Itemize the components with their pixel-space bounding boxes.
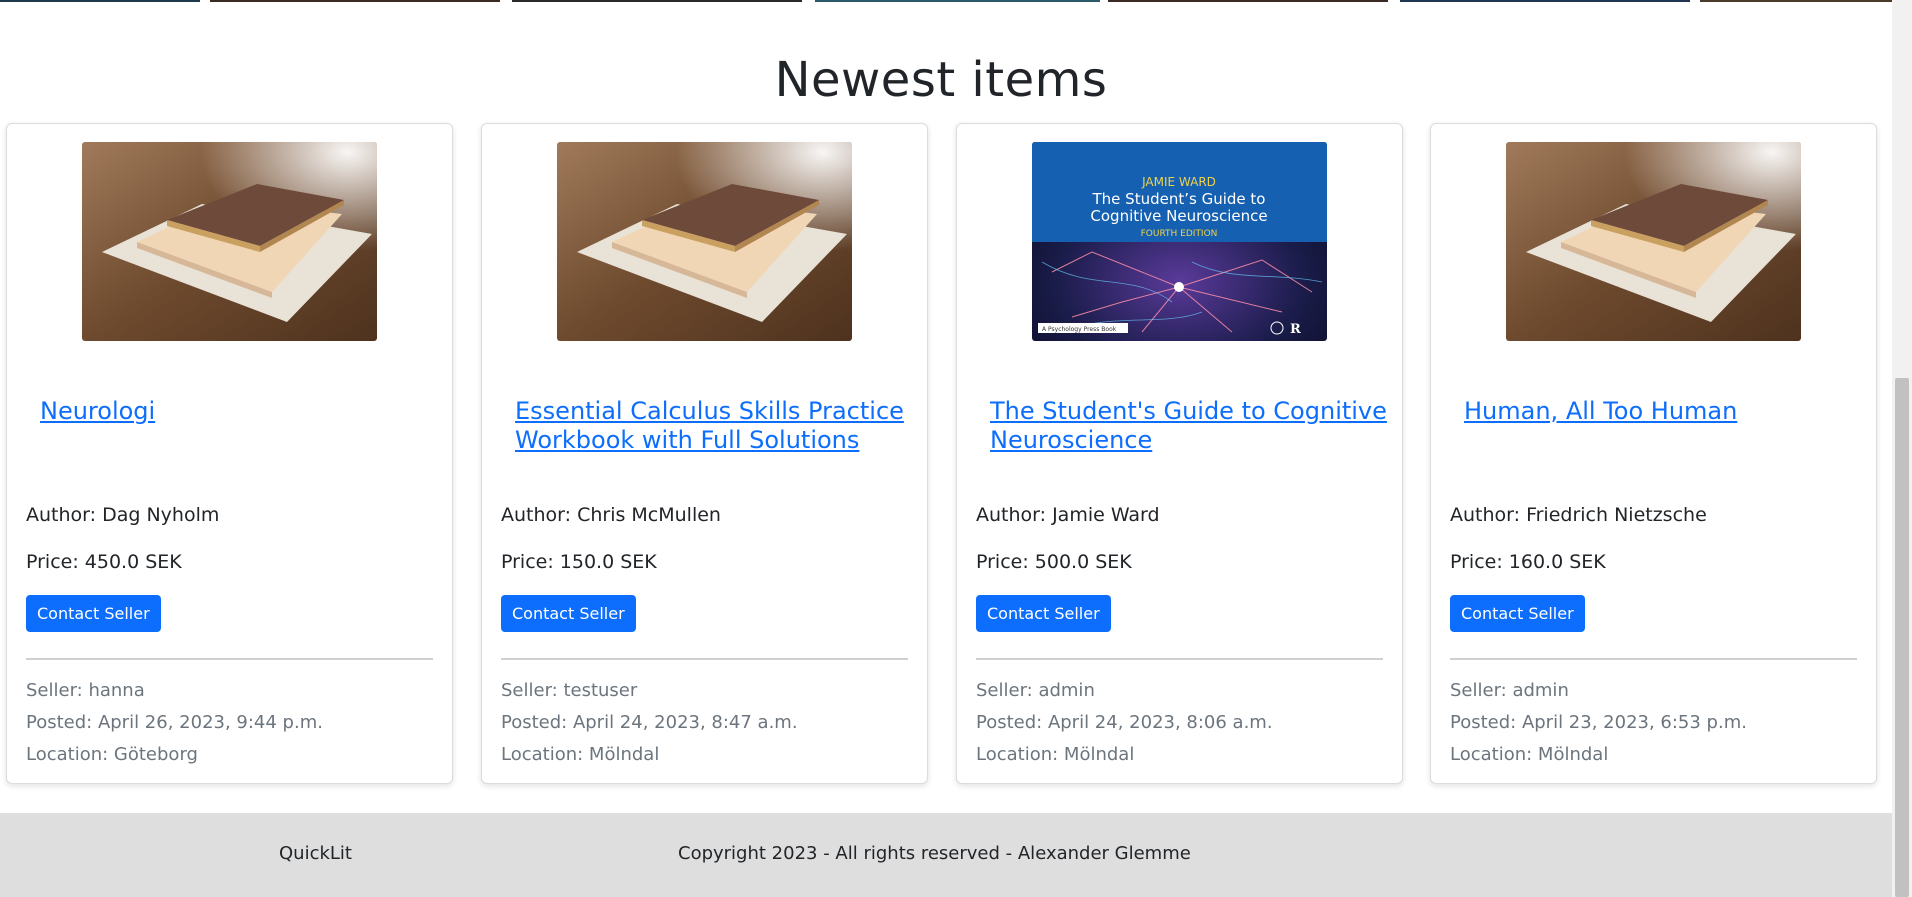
item-location: Location: Mölndal [976,744,1135,765]
item-card: JAMIE WARD The Student’s Guide to Cognit… [956,123,1403,784]
contact-seller-button[interactable]: Contact Seller [976,595,1111,632]
divider [976,658,1383,660]
item-seller: Seller: admin [1450,680,1569,701]
book-on-table-photo [82,142,377,341]
cover-publisher: A Psychology Press Book [1042,326,1117,333]
scrollbar-thumb[interactable] [1895,378,1909,897]
svg-text:R: R [1290,322,1301,337]
item-price: Price: 150.0 SEK [501,551,657,573]
item-price: Price: 500.0 SEK [976,551,1132,573]
cover-title-line1: The Student’s Guide to [1092,190,1266,208]
footer-copyright: Copyright 2023 - All rights reserved - A… [678,843,1191,864]
cover-title-line2: Cognitive Neuroscience [1090,207,1267,225]
book-cover: JAMIE WARD The Student’s Guide to Cognit… [1032,142,1327,341]
item-posted: Posted: April 24, 2023, 8:47 a.m. [501,712,798,733]
item-title-link[interactable]: Human, All Too Human [1464,397,1864,426]
item-location: Location: Göteborg [26,744,198,765]
item-image[interactable] [557,142,852,341]
contact-seller-button[interactable]: Contact Seller [501,595,636,632]
divider [501,658,908,660]
vertical-scrollbar[interactable] [1892,0,1912,897]
item-price: Price: 450.0 SEK [26,551,182,573]
divider [1450,658,1857,660]
book-on-table-photo [1506,142,1801,341]
item-title-link[interactable]: Neurologi [40,397,440,426]
item-card: Human, All Too Human Author: Friedrich N… [1430,123,1877,784]
carousel-strip-edge [0,0,1892,2]
item-card: Essential Calculus Skills Practice Workb… [481,123,928,784]
contact-seller-button[interactable]: Contact Seller [1450,595,1585,632]
item-author: Author: Friedrich Nietzsche [1450,504,1707,526]
item-seller: Seller: hanna [26,680,145,701]
item-author: Author: Chris McMullen [501,504,721,526]
item-posted: Posted: April 26, 2023, 9:44 p.m. [26,712,323,733]
footer: QuickLit Copyright 2023 - All rights res… [0,813,1892,897]
cover-edition: FOURTH EDITION [1141,229,1218,239]
contact-seller-button[interactable]: Contact Seller [26,595,161,632]
book-on-table-photo [557,142,852,341]
footer-brand[interactable]: QuickLit [279,843,352,864]
item-seller: Seller: admin [976,680,1095,701]
item-title-link[interactable]: Essential Calculus Skills Practice Workb… [515,397,915,455]
item-image[interactable]: JAMIE WARD The Student’s Guide to Cognit… [1032,142,1327,341]
item-posted: Posted: April 24, 2023, 8:06 a.m. [976,712,1273,733]
cover-author: JAMIE WARD [1141,175,1216,189]
page: Newest items Neurologi Author: Dag Nyhol… [0,0,1912,897]
section-title: Newest items [774,52,1108,108]
item-location: Location: Mölndal [1450,744,1609,765]
item-location: Location: Mölndal [501,744,660,765]
item-image[interactable] [82,142,377,341]
divider [26,658,433,660]
item-posted: Posted: April 23, 2023, 6:53 p.m. [1450,712,1747,733]
item-title-link[interactable]: The Student's Guide to Cognitive Neurosc… [990,397,1390,455]
item-image[interactable] [1506,142,1801,341]
item-seller: Seller: testuser [501,680,638,701]
item-author: Author: Jamie Ward [976,504,1160,526]
item-price: Price: 160.0 SEK [1450,551,1606,573]
item-author: Author: Dag Nyholm [26,504,220,526]
item-card: Neurologi Author: Dag Nyholm Price: 450.… [6,123,453,784]
